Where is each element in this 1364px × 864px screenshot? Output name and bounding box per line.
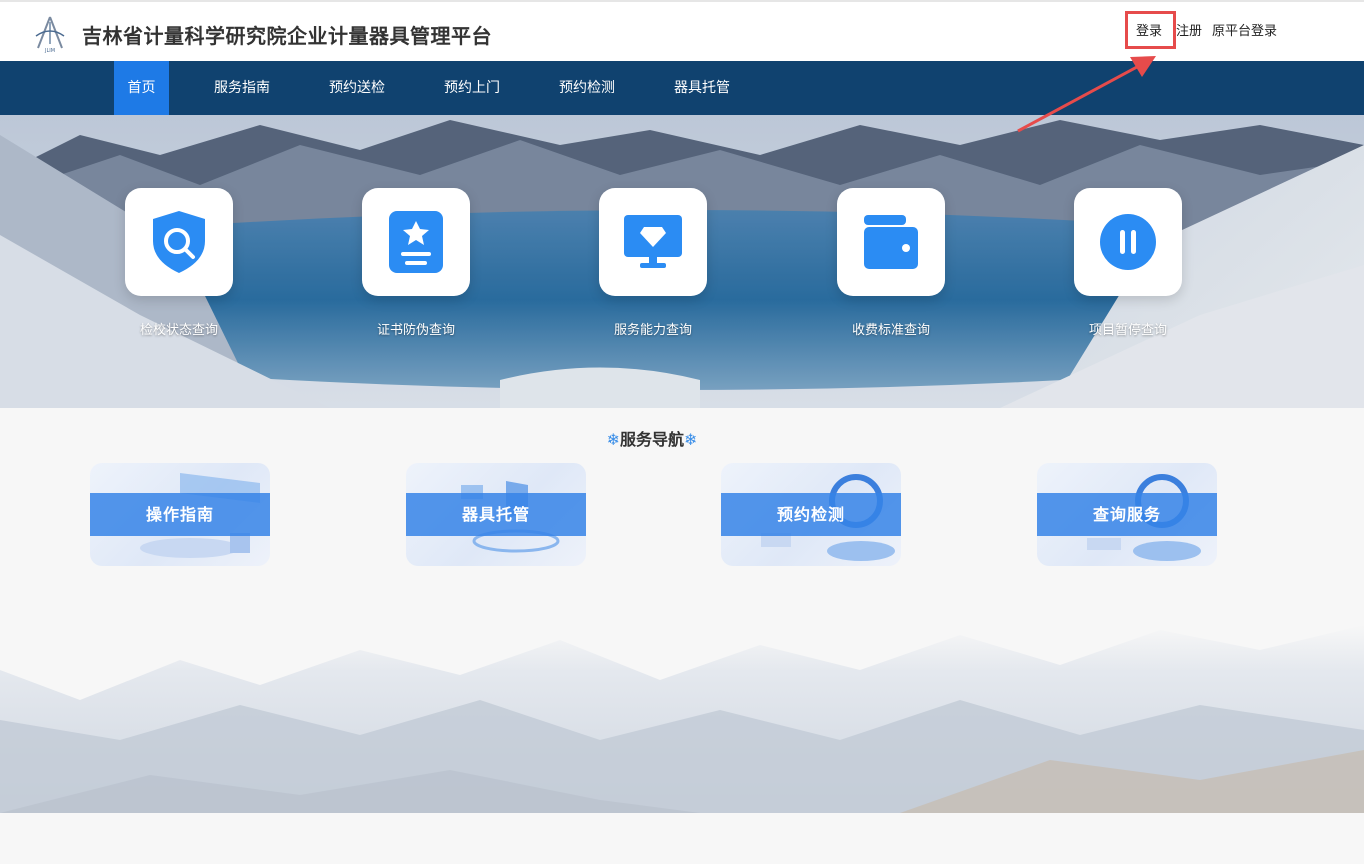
quick-link-fee-standard[interactable]: 收费标准查询 — [837, 188, 945, 338]
quick-link-tile[interactable] — [599, 188, 707, 296]
card-label: 查询服务 — [1092, 505, 1161, 524]
quick-link-tile[interactable] — [362, 188, 470, 296]
register-link[interactable]: 注册 — [1176, 20, 1202, 39]
quick-link-tile[interactable] — [1074, 188, 1182, 296]
hero-banner: 检校状态查询 证书防伪查询 服务能力查询 收费标准查询 项目暂停查询 — [0, 115, 1364, 408]
quick-link-label: 检校状态查询 — [139, 323, 218, 338]
nav-item-home[interactable]: 首页 — [114, 61, 169, 115]
quick-link-label: 收费标准查询 — [851, 323, 930, 338]
quick-link-label: 服务能力查询 — [613, 323, 692, 338]
card-label: 器具托管 — [461, 505, 530, 524]
service-card-instrument-custody[interactable]: 器具托管 — [406, 463, 586, 566]
snowflake-icon: ❄ — [606, 430, 620, 449]
snowflake-icon: ❄ — [684, 430, 698, 449]
quick-link-project-suspension[interactable]: 项目暂停查询 — [1074, 188, 1182, 338]
nav-item-book-onsite[interactable]: 预约上门 — [430, 61, 514, 115]
quick-link-calibration-status[interactable]: 检校状态查询 — [125, 188, 233, 338]
quick-link-label: 项目暂停查询 — [1088, 323, 1167, 338]
card-label: 预约检测 — [776, 505, 845, 524]
site-title: 吉林省计量科学研究院企业计量器具管理平台 — [82, 24, 492, 48]
nav-item-book-testing[interactable]: 预约检测 — [545, 61, 629, 115]
service-card-operation-guide[interactable]: 操作指南 — [90, 463, 270, 566]
service-nav-title-text: 服务导航 — [619, 430, 684, 449]
shield-search-icon — [153, 211, 205, 273]
logo-icon: JLIM — [35, 16, 65, 54]
quick-link-tile[interactable] — [125, 188, 233, 296]
quick-link-label: 证书防伪查询 — [376, 323, 455, 338]
footer-mountains — [0, 590, 1364, 813]
service-card-book-testing[interactable]: 预约检测 — [721, 463, 901, 566]
service-card-query-service[interactable]: 查询服务 — [1037, 463, 1217, 566]
certificate-icon — [389, 211, 443, 273]
wallet-icon — [864, 215, 918, 269]
svg-text:JLIM: JLIM — [44, 48, 55, 54]
quick-link-service-capability[interactable]: 服务能力查询 — [599, 188, 707, 338]
card-label: 操作指南 — [145, 505, 214, 524]
login-link[interactable]: 登录 — [1136, 20, 1162, 39]
quick-link-certificate-verify[interactable]: 证书防伪查询 — [362, 188, 470, 338]
footer — [0, 813, 1364, 864]
service-nav-title: ❄服务导航❄ — [0, 426, 1304, 450]
nav-item-book-delivery[interactable]: 预约送检 — [315, 61, 399, 115]
quick-link-tile[interactable] — [837, 188, 945, 296]
old-platform-login-link[interactable]: 原平台登录 — [1212, 20, 1277, 39]
annotation-arrow-icon — [1017, 56, 1156, 133]
nav-item-service-guide[interactable]: 服务指南 — [200, 61, 284, 115]
monitor-diamond-icon — [624, 215, 682, 268]
pause-icon — [1100, 214, 1156, 270]
nav-item-instrument-custody[interactable]: 器具托管 — [660, 61, 744, 115]
